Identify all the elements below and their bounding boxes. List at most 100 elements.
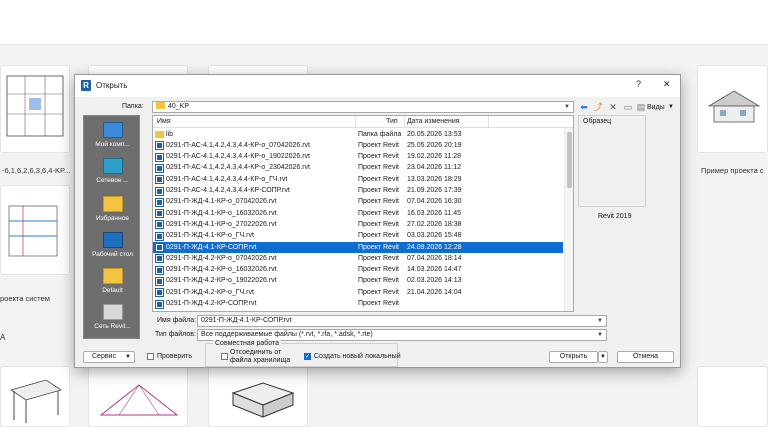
file-row[interactable]: 0291-П-АС-4.1,4.2,4.3,4.4-КР-СОПР.rvt Про… (153, 186, 563, 197)
title-bar[interactable]: R Открыть ? ✕ (75, 75, 680, 97)
open-dropdown-button[interactable]: ▼ (598, 351, 608, 363)
file-row[interactable]: 0291-П-ЖД-4.2-КР-о_07042026.rvt Проект Re… (153, 253, 563, 264)
up-folder-icon[interactable]: ⤴ (592, 101, 604, 113)
file-date: 07.04.2026 16:30 (407, 198, 462, 206)
column-separator[interactable] (355, 116, 356, 128)
background-card[interactable] (697, 65, 768, 153)
open-button[interactable]: Открыть (549, 351, 598, 363)
column-separator[interactable] (488, 116, 489, 128)
folder-icon (156, 102, 165, 109)
file-date: 24.09.2026 12:28 (407, 243, 462, 251)
network-icon (102, 158, 123, 174)
file-row[interactable]: 0291-П-ЖД-4.2-КР-СОПР.rvt Проект Revit (153, 299, 563, 310)
place-favorites[interactable]: Избранное (84, 196, 141, 222)
background-header (0, 0, 768, 45)
file-row[interactable]: 0291-П-АС-4.1,4.2,4.3,4.4-КР-о_23042026.… (153, 163, 563, 174)
new-folder-icon[interactable]: ▭ (622, 101, 634, 113)
file-date: 03.03.2026 15:48 (407, 232, 462, 240)
file-row[interactable]: 0291-П-ЖД-4.1-КР-о_16032026.rvt Проект Re… (153, 208, 563, 219)
chevron-down-icon: ▼ (597, 332, 603, 338)
folder-combo[interactable]: 40_KP ▼ (152, 101, 574, 113)
file-date: 21.04.2026 14:04 (407, 288, 462, 296)
chevron-down-icon: ▼ (125, 354, 131, 360)
place-label: Default (102, 287, 123, 294)
file-row[interactable]: 0291-П-ЖД-4.1-КР-о_27022026.rvt Проект Re… (153, 219, 563, 230)
file-date: 23.04.2026 11:12 (407, 164, 461, 172)
file-list-scrollbar[interactable] (564, 128, 573, 311)
file-row[interactable]: lib Папка файла 20.05.2026 13:53 (153, 129, 563, 140)
file-row[interactable]: 0291-П-ЖД-4.2-КР-о_ГЧ.rvt Проект Revit 21.… (153, 287, 563, 298)
cancel-button[interactable]: Отмена (617, 351, 674, 363)
desktop-icon (102, 232, 123, 248)
service-button[interactable]: Сервис ▼ (83, 351, 135, 363)
open-dialog: R Открыть ? ✕ Папка: 40_KP ▼ ⬅ ⤴ ✕ ▭ ▤ В… (74, 74, 681, 368)
place-label: Рабочий стол (92, 251, 133, 258)
file-date: 16.03.2026 11:45 (407, 209, 461, 217)
revit-file-icon (155, 254, 164, 264)
place-desktop[interactable]: Рабочий стол (84, 232, 141, 258)
file-list[interactable]: Имя Тип Дата изменения lib Папка файла 20.… (152, 115, 574, 312)
background-card[interactable] (0, 185, 70, 275)
file-row[interactable]: 0291-П-ЖД-4.1-КР-о_ГЧ.rvt Проект Revit 03.… (153, 231, 563, 242)
detach-checkbox[interactable] (221, 353, 228, 360)
file-name: 0291-П-ЖД-4.2-КР-о_07042026.rvt (166, 254, 277, 262)
help-button[interactable]: ? (636, 79, 641, 89)
column-name[interactable]: Имя (157, 118, 171, 125)
column-date[interactable]: Дата изменения (407, 118, 460, 125)
file-row[interactable]: 0291-П-АС-4.1,4.2,4.3,4.4-КР-о_19022026.… (153, 152, 563, 163)
close-button[interactable]: ✕ (663, 79, 671, 90)
file-row[interactable]: 0291-П-ЖД-4.1-КР-о_07042026.rvt Проект Re… (153, 197, 563, 208)
place-my-computer[interactable]: Мой комп... (84, 122, 141, 148)
card-caption: Пример проекта с (701, 166, 764, 175)
back-icon[interactable]: ⬅ (578, 101, 590, 113)
file-row[interactable]: 0291-П-АС-4.1,4.2,4.3,4.4-КР-о_ГЧ.rvt Про… (153, 174, 563, 185)
place-network[interactable]: Сетевое ... (84, 158, 141, 184)
place-label: Сетевое ... (96, 177, 129, 184)
background-card[interactable] (88, 366, 188, 427)
background-card[interactable] (697, 366, 768, 427)
views-label[interactable]: Виды (647, 104, 665, 111)
box-thumbnail (231, 382, 295, 418)
favorites-folder-icon (102, 196, 123, 212)
column-separator[interactable] (404, 116, 405, 128)
folder-value: 40_KP (168, 103, 190, 110)
file-type: Проект Revit (358, 187, 399, 194)
revit-file-icon (155, 265, 164, 275)
file-row[interactable]: 0291-П-ЖД-4.2-КР-о_19022026.rvt Проект Re… (153, 276, 563, 287)
create-local-checkbox[interactable]: ✓ (304, 353, 311, 360)
views-icon[interactable]: ▤ (636, 101, 646, 113)
background-card[interactable] (0, 65, 70, 153)
truss-thumbnail (99, 384, 179, 416)
file-date: 20.05.2026 13:53 (407, 130, 462, 138)
file-name: 0291-П-АС-4.1,4.2,4.3,4.4-КР-о_ГЧ.rvt (166, 175, 288, 183)
file-row[interactable]: 0291-П-АС-4.1,4.2,4.3,4.4-КР-о_07042026.… (153, 140, 563, 151)
revit-file-icon (155, 209, 164, 219)
file-name: 0291-П-ЖД-4.2-КР-о_ГЧ.rvt (166, 288, 254, 296)
views-chevron-icon[interactable]: ▼ (668, 104, 674, 110)
delete-icon[interactable]: ✕ (607, 101, 619, 113)
preview-panel: Образец (578, 115, 646, 207)
house-thumbnail (707, 90, 761, 123)
file-date: 19.02.2026 11:28 (407, 153, 461, 161)
file-type: Проект Revit (358, 141, 399, 149)
place-default[interactable]: Default (84, 268, 141, 294)
section-label: A (0, 333, 6, 342)
chevron-down-icon: ▼ (597, 318, 603, 324)
place-label: Избранное (96, 215, 129, 222)
filename-input[interactable]: 0291-П-ЖД-4.1-КР-СОПР.rvt ▼ (197, 315, 607, 327)
column-type[interactable]: Тип (386, 118, 398, 125)
file-row[interactable]: 0291-П-ЖД-4.2-КР-о_16032026.rvt Проект Re… (153, 265, 563, 276)
revit-file-icon (155, 220, 164, 230)
scrollbar-thumb[interactable] (567, 132, 572, 188)
place-revit-server[interactable]: Сеть Revit... (84, 304, 141, 330)
background-card[interactable] (208, 366, 308, 427)
background-card[interactable] (0, 366, 70, 427)
file-row[interactable]: 0291-П-ЖД-4.1-КР-СОПР.rvt Проект Revit 24.… (153, 242, 563, 254)
dialog-title: Открыть (96, 81, 128, 90)
file-type: Проект Revit (358, 164, 399, 172)
audit-checkbox[interactable] (147, 353, 154, 360)
systems-thumbnail (8, 205, 58, 257)
service-button-label: Сервис (92, 353, 116, 360)
file-date: 14.03.2026 14:47 (407, 266, 462, 274)
filetype-label: Тип файлов: (155, 331, 196, 338)
